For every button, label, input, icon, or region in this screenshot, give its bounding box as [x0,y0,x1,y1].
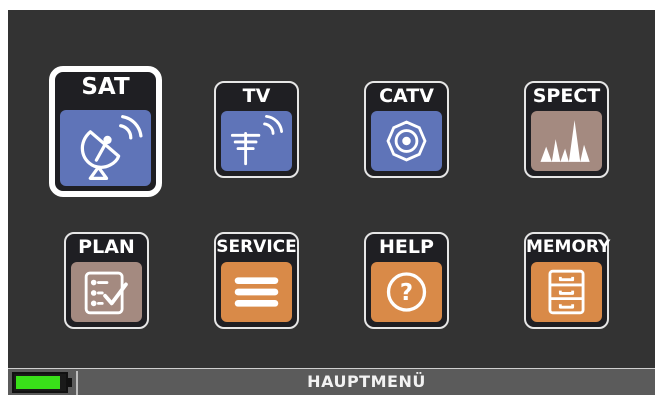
menu-lines-icon [221,262,292,322]
catv-label: CATV [379,85,434,107]
sat-label: SAT [81,74,130,100]
tv-antenna-icon [221,111,292,171]
spect-label: SPECT [532,85,601,107]
question-icon: ? [371,262,442,322]
service-menu-button[interactable]: SERVICE [214,232,299,329]
help-menu-button[interactable]: HELP ? [364,232,449,329]
screen-title: HAUPTMENÜ [307,372,426,391]
spectrum-icon [531,111,602,171]
plan-label: PLAN [78,236,135,258]
status-bar: HAUPTMENÜ [8,368,655,395]
memory-label: MEMORY [526,237,611,257]
main-screen: SAT TV CATV SPECT PLAN SERVICE HELP ? ME… [8,10,655,395]
tv-menu-button[interactable]: TV [214,81,299,178]
satellite-dish-icon [60,110,151,186]
battery-icon [12,372,68,393]
service-label: SERVICE [216,237,297,257]
svg-text:?: ? [400,280,413,306]
drawers-icon [531,262,602,322]
help-label: HELP [379,236,434,258]
catv-connector-icon [371,111,442,171]
battery-tip [68,378,72,387]
catv-menu-button[interactable]: CATV [364,81,449,178]
battery-level-fill [16,376,60,389]
memory-menu-button[interactable]: MEMORY [524,232,611,329]
checklist-icon [71,262,142,322]
sat-menu-button[interactable]: SAT [49,66,162,197]
tv-label: TV [242,85,271,107]
spect-menu-button[interactable]: SPECT [524,81,609,178]
plan-menu-button[interactable]: PLAN [64,232,149,329]
